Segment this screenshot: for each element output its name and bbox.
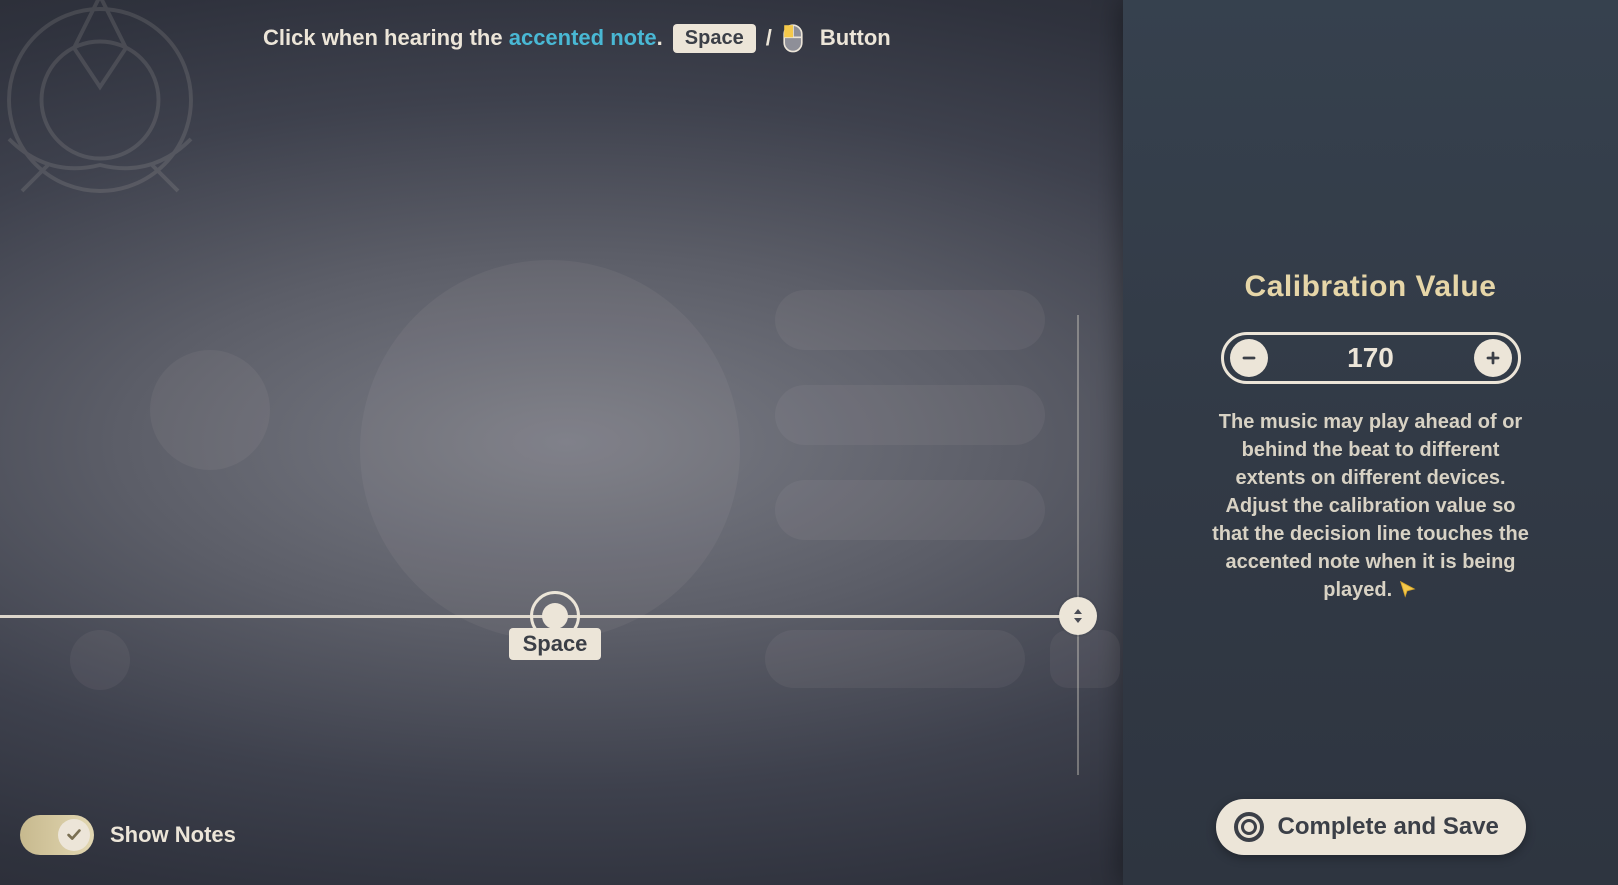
complete-and-save-button[interactable]: Complete and Save [1216, 799, 1526, 855]
show-notes-row: Show Notes [20, 815, 236, 855]
ring-icon [1234, 812, 1264, 842]
note-key-label: Space [509, 628, 602, 660]
show-notes-label: Show Notes [110, 822, 236, 848]
bg-ghost-dot [150, 350, 270, 470]
bg-ghost-pill [775, 290, 1045, 350]
show-notes-toggle[interactable] [20, 815, 94, 855]
calibration-description: The music may play ahead of or behind th… [1206, 408, 1536, 604]
calibration-stepper: 170 [1221, 332, 1521, 384]
calibration-panel: Calibration Value 170 The music may play… [1123, 0, 1618, 885]
calibration-scroll-handle[interactable] [1059, 597, 1097, 635]
calibration-value: 170 [1347, 342, 1394, 374]
decrease-button[interactable] [1230, 339, 1268, 377]
bg-ghost-pill [775, 480, 1045, 540]
bg-ghost-dot [70, 630, 130, 690]
bg-ghost-pill [765, 630, 1025, 688]
calibration-title: Calibration Value [1245, 270, 1497, 304]
bg-ghost-circle [360, 260, 740, 640]
decision-line: Space [0, 615, 1063, 618]
bg-ghost-pill [1050, 630, 1120, 688]
play-area: Space [0, 0, 1123, 885]
calibration-scroll-track[interactable] [1077, 315, 1079, 775]
bg-ghost-pill [775, 385, 1045, 445]
increase-button[interactable] [1474, 339, 1512, 377]
toggle-knob [58, 819, 90, 851]
complete-label: Complete and Save [1278, 813, 1499, 841]
accented-note-marker[interactable]: Space [530, 591, 580, 641]
cursor-star-icon [1398, 578, 1416, 596]
